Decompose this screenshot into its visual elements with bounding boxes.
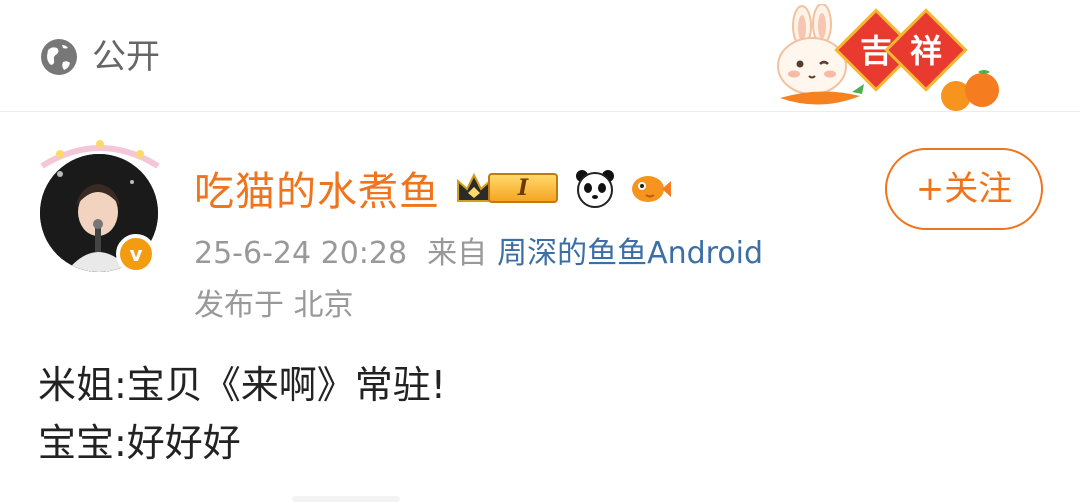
top-bar: 公开 吉 祥 [0, 0, 1080, 112]
follow-button[interactable]: +关注 [885, 148, 1043, 230]
privacy-indicator[interactable]: 公开 [38, 36, 160, 78]
post-source-link[interactable]: 周深的鱼鱼Android [497, 236, 763, 271]
globe-icon [41, 39, 77, 75]
rabbit-lucky-decoration: 吉 祥 [777, 4, 999, 111]
weibo-post: 公开 吉 祥 v 吃猫的水煮鱼 I 25-6-24 20:28 来自 周深的鱼鱼… [0, 0, 1080, 502]
post-content: 米姐:宝贝《来啊》常驻! 宝宝:好好好 [38, 356, 446, 472]
post-date: 25-6-24 20:28 [194, 236, 408, 271]
verified-badge: v [116, 234, 156, 274]
deco-char-2: 祥 [910, 32, 942, 70]
post-line: 宝宝:好好好 [38, 421, 241, 465]
username[interactable]: 吃猫的水煮鱼 [194, 159, 440, 217]
from-label: 来自 [427, 236, 488, 271]
divider [292, 496, 400, 502]
level-badge: I [488, 173, 558, 203]
post-location: 发布于 北京 [194, 288, 354, 323]
post-line: 米姐:宝贝《来啊》常驻! [38, 363, 447, 407]
privacy-label: 公开 [92, 37, 160, 77]
panda-icon[interactable] [574, 167, 616, 209]
member-badge[interactable]: I [454, 169, 558, 207]
post-meta: 25-6-24 20:28 来自 周深的鱼鱼Android [194, 228, 763, 272]
fish-icon[interactable] [628, 169, 672, 207]
author-row: 吃猫的水煮鱼 I [194, 160, 672, 216]
